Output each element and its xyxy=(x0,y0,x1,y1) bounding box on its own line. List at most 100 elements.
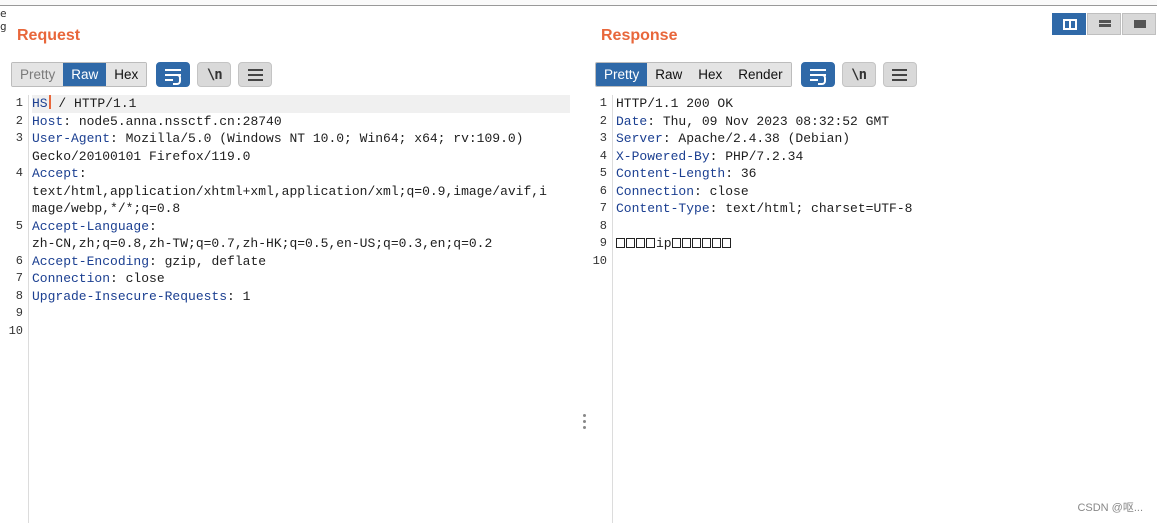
code-line[interactable]: ip xyxy=(616,235,1146,253)
response-wrap-button[interactable] xyxy=(800,62,835,87)
request-line-numbers: 1 2 3 4 5 6 7 8 9 10 xyxy=(0,95,29,523)
line-number: 5 xyxy=(15,218,23,233)
code-line[interactable]: User-Agent: Mozilla/5.0 (Windows NT 10.0… xyxy=(32,130,570,148)
code-line[interactable]: Accept-Language: xyxy=(32,218,570,236)
response-tab-hex[interactable]: Hex xyxy=(690,63,731,86)
response-line-numbers: 1 2 3 4 5 6 7 8 9 10 xyxy=(588,95,613,523)
layout-button-2[interactable] xyxy=(1087,13,1121,35)
response-editor[interactable]: 1 2 3 4 5 6 7 8 9 10 HTTP/1.1 200 OK Date: Thu, 09… xyxy=(588,95,1157,523)
line-number: 10 xyxy=(8,323,23,338)
code-line[interactable] xyxy=(616,218,1146,236)
layout-button-3[interactable] xyxy=(1122,13,1156,35)
code-line[interactable]: HTTP/1.1 200 OK xyxy=(616,95,1146,113)
code-line[interactable] xyxy=(616,253,1146,271)
code-line[interactable]: Host: node5.anna.nssctf.cn:28740 xyxy=(32,113,570,131)
unrenderable-glyph xyxy=(681,238,691,248)
response-menu-button[interactable] xyxy=(882,62,917,87)
hamburger-menu-icon xyxy=(247,68,263,81)
response-title: Response xyxy=(601,27,678,44)
line-number: 6 xyxy=(599,183,607,198)
code-line[interactable] xyxy=(32,305,570,323)
line-value: / HTTP/1.1 xyxy=(50,96,137,111)
request-menu-button[interactable] xyxy=(238,62,273,87)
response-view-tabs: Pretty Raw Hex Render xyxy=(595,62,792,87)
request-tab-raw[interactable]: Raw xyxy=(63,63,107,86)
response-code[interactable]: HTTP/1.1 200 OK Date: Thu, 09 Nov 2023 08… xyxy=(616,95,1146,270)
line-value: : close xyxy=(110,271,165,286)
code-line[interactable]: HS / HTTP/1.1 xyxy=(32,95,570,113)
clipped-edge-glyph: eg xyxy=(0,7,6,33)
header-name: Accept-Language xyxy=(32,218,150,234)
code-line[interactable]: Content-Length: 36 xyxy=(616,165,1146,183)
line-number: 8 xyxy=(15,288,23,303)
line-value: HTTP/1.1 200 OK xyxy=(616,96,734,111)
header-name: HS xyxy=(32,96,48,111)
code-line[interactable]: Connection: close xyxy=(616,183,1146,201)
word-wrap-icon xyxy=(165,68,182,85)
code-line[interactable]: Content-Type: text/html; charset=UTF-8 xyxy=(616,200,1146,218)
line-number: 2 xyxy=(15,113,23,128)
header-name: Accept xyxy=(32,166,79,181)
code-line[interactable]: zh-CN,zh;q=0.8,zh-TW;q=0.7,zh-HK;q=0.5,e… xyxy=(32,235,570,253)
newline-icon: \n xyxy=(206,66,223,83)
line-number: 4 xyxy=(15,166,23,180)
code-line[interactable]: Accept-Encoding: gzip, deflate xyxy=(32,253,570,271)
unrenderable-glyph xyxy=(636,238,645,248)
line-value: : node5.anna.nssctf.cn:28740 xyxy=(63,113,282,129)
line-number xyxy=(0,148,28,166)
line-value: zh-CN,zh;q=0.8,zh-TW;q=0.7,zh-HK;q=0.5,e… xyxy=(32,236,493,251)
code-line[interactable]: Gecko/20100101 Firefox/119.0 xyxy=(32,148,570,166)
request-tab-hex[interactable]: Hex xyxy=(106,63,147,86)
request-wrap-button[interactable] xyxy=(156,62,191,87)
response-tab-pretty[interactable]: Pretty xyxy=(596,63,648,86)
line-number: 7 xyxy=(599,201,607,215)
code-line[interactable] xyxy=(32,323,570,341)
code-line[interactable]: mage/webp,*/*;q=0.8 xyxy=(32,200,570,218)
layout-button-1[interactable] xyxy=(1052,13,1086,35)
line-number: 1 xyxy=(15,96,23,110)
line-number: 9 xyxy=(599,236,607,250)
line-value: : Thu, 09 Nov 2023 08:32:52 GMT xyxy=(647,113,890,129)
line-value: ip xyxy=(656,236,672,251)
code-line[interactable]: Upgrade-Insecure-Requests: 1 xyxy=(32,288,570,306)
header-name: Host xyxy=(32,113,64,129)
code-line[interactable]: Server: Apache/2.4.38 (Debian) xyxy=(616,130,1146,148)
request-editor[interactable]: 1 2 3 4 5 6 7 8 9 10 HS / HTTP/1.1 Host: node5.ann… xyxy=(0,95,578,523)
code-line[interactable]: Accept: xyxy=(32,165,570,183)
window-top-edge xyxy=(0,0,1157,6)
request-tab-pretty[interactable]: Pretty xyxy=(12,63,64,86)
pane-splitter-handle[interactable] xyxy=(583,414,587,430)
response-newline-button[interactable]: \n xyxy=(841,62,876,87)
code-line[interactable]: Date: Thu, 09 Nov 2023 08:32:52 GMT xyxy=(616,113,1146,131)
header-name: Accept-Encoding xyxy=(32,253,150,269)
response-tab-raw[interactable]: Raw xyxy=(647,63,691,86)
word-wrap-icon xyxy=(809,68,826,85)
header-name: Content-Length xyxy=(616,166,726,181)
line-number: 10 xyxy=(592,253,607,268)
line-number xyxy=(0,183,28,201)
code-line[interactable]: text/html,application/xhtml+xml,applicat… xyxy=(32,183,570,201)
unrenderable-glyph xyxy=(616,238,625,248)
line-number xyxy=(0,200,28,218)
request-newline-button[interactable]: \n xyxy=(197,62,232,87)
request-code[interactable]: HS / HTTP/1.1 Host: node5.anna.nssctf.cn:… xyxy=(32,95,570,340)
line-value: : Apache/2.4.38 (Debian) xyxy=(662,131,851,146)
unrenderable-glyph xyxy=(721,238,731,248)
split-view-icon xyxy=(1063,19,1077,30)
line-value: : xyxy=(78,166,87,181)
unrenderable-glyph xyxy=(701,238,711,248)
response-tab-render[interactable]: Render xyxy=(730,63,791,86)
unrenderable-glyph xyxy=(646,238,655,248)
header-name: Upgrade-Insecure-Requests xyxy=(32,288,228,304)
unrenderable-glyph xyxy=(671,238,681,248)
line-value: Gecko/20100101 Firefox/119.0 xyxy=(32,148,251,164)
response-toolbar: Pretty Raw Hex Render \n xyxy=(595,62,917,87)
line-number: 4 xyxy=(599,148,607,163)
watermark: CSDN @呕... xyxy=(1077,502,1143,514)
code-line[interactable]: Connection: close xyxy=(32,270,570,288)
header-name: Connection xyxy=(616,183,695,199)
line-value: : 1 xyxy=(227,288,251,304)
code-line[interactable]: X-Powered-By: PHP/7.2.34 xyxy=(616,148,1146,166)
request-view-tabs: Pretty Raw Hex xyxy=(11,62,148,87)
layout-toggle-group xyxy=(1052,13,1157,35)
